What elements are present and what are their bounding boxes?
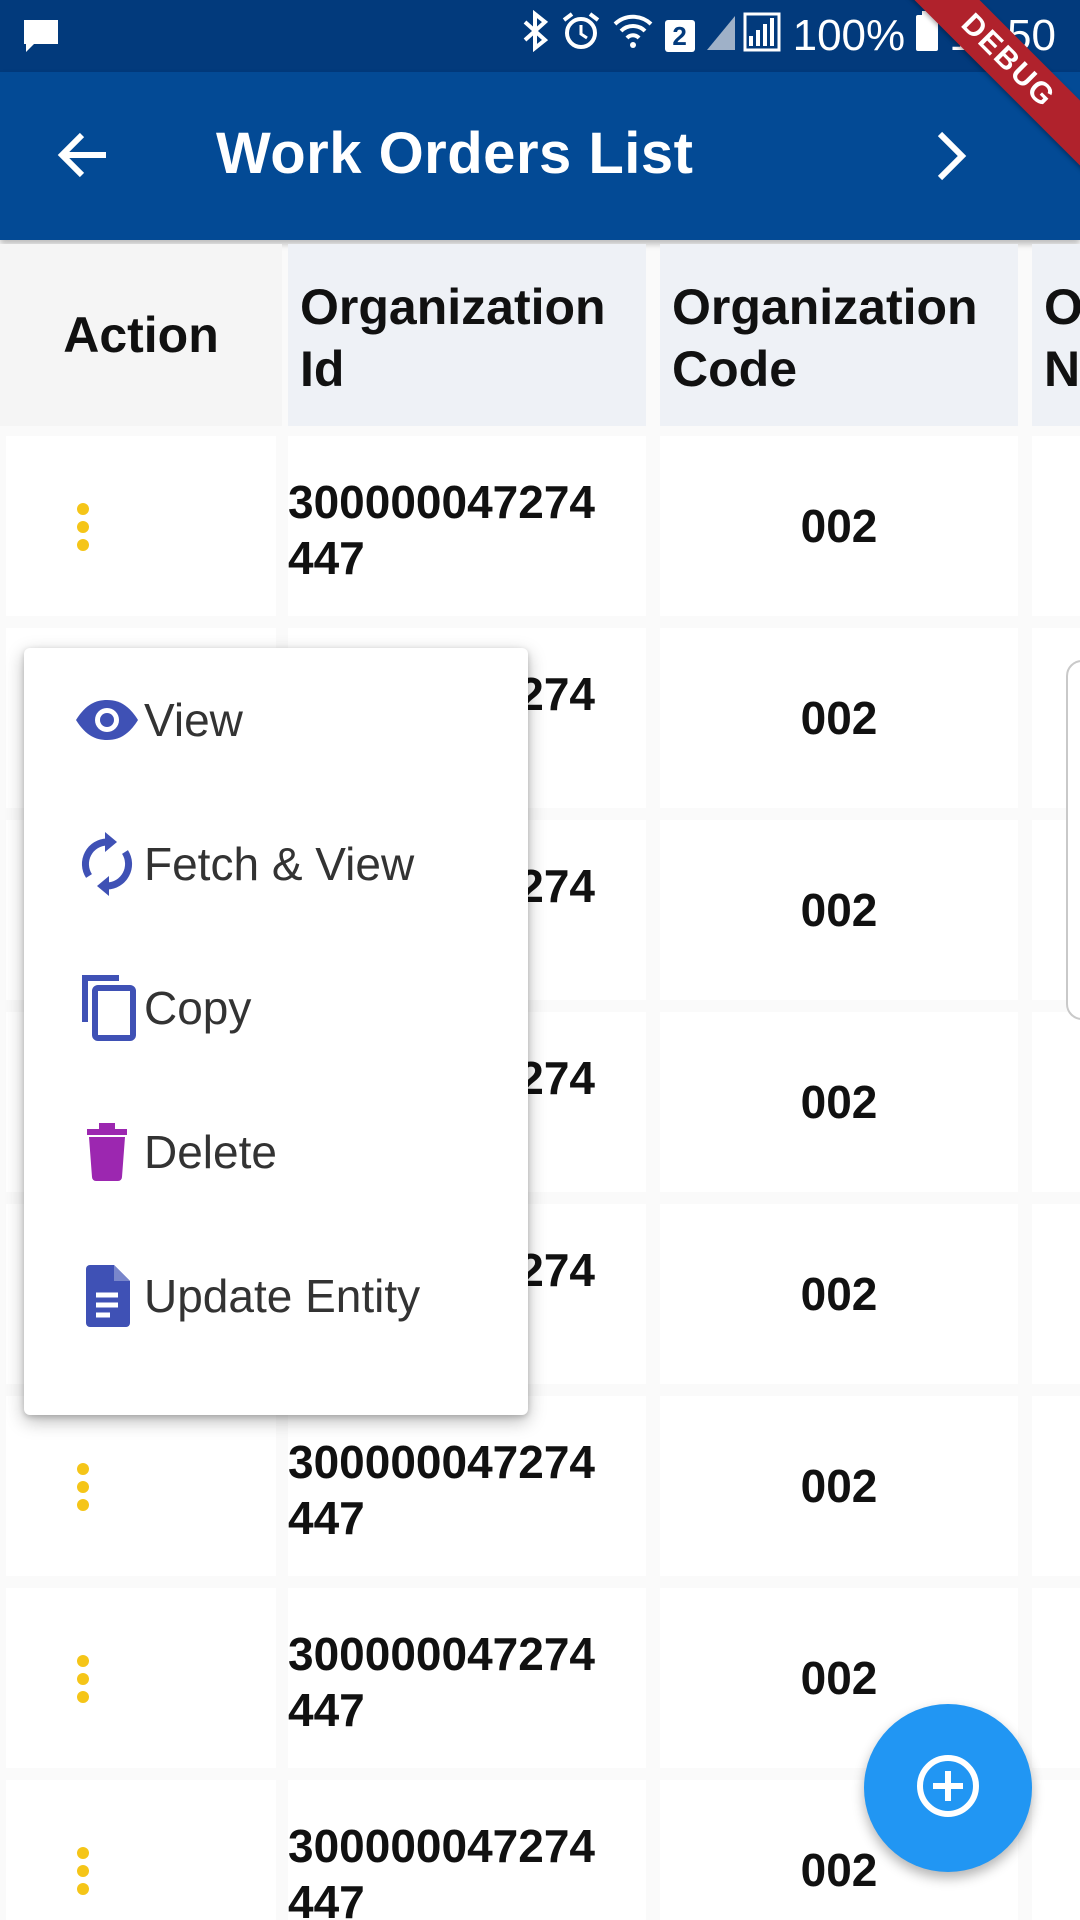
organization-code-cell: 002 — [660, 436, 1018, 616]
table-row: 300000047274447002 — [0, 1396, 1080, 1580]
organization-id-cell: 300000047274447 — [288, 1396, 646, 1576]
action-cell — [6, 1588, 276, 1768]
signal-icon — [705, 10, 783, 63]
menu-item-delete[interactable]: Delete — [24, 1080, 528, 1224]
header-org-id-line2: Id — [300, 341, 345, 397]
organization-code-cell: 002 — [660, 1204, 1018, 1384]
organization-id-line2: 447 — [288, 1876, 365, 1920]
organization-code-cell: 002 — [660, 1396, 1018, 1576]
organization-id-line1: 300000047274 — [288, 1820, 595, 1872]
menu-item-fetch-view[interactable]: Fetch & View — [24, 792, 528, 936]
organization-name-cell — [1032, 436, 1080, 616]
document-icon — [74, 1256, 140, 1336]
organization-code-cell: 002 — [660, 628, 1018, 808]
organization-id-cell: 300000047274447 — [288, 436, 646, 616]
menu-item-update-entity[interactable]: Update Entity — [24, 1224, 528, 1368]
organization-id-line1: 300000047274 — [288, 476, 595, 528]
debug-banner: DEBUG — [900, 0, 1080, 180]
action-cell — [6, 1780, 276, 1920]
organization-name-cell — [1032, 1396, 1080, 1576]
organization-name-cell — [1032, 1012, 1080, 1192]
bluetooth-icon — [521, 9, 551, 63]
menu-item-label: Delete — [144, 1126, 277, 1178]
more-vert-icon[interactable] — [76, 1462, 90, 1517]
side-panel-edge — [1066, 660, 1080, 1020]
arrow-left-icon[interactable] — [56, 130, 110, 185]
organization-id-line1: 300000047274 — [288, 1436, 595, 1488]
organization-name-cell — [1032, 1780, 1080, 1920]
eye-icon — [74, 680, 140, 760]
refresh-icon — [74, 824, 140, 904]
menu-item-label: Copy — [144, 982, 252, 1034]
menu-item-label: Update Entity — [144, 1270, 421, 1322]
menu-item-label: View — [144, 694, 243, 746]
organization-name-cell — [1032, 1588, 1080, 1768]
battery-percent: 100% — [792, 11, 906, 60]
action-cell — [6, 1396, 276, 1576]
sim-badge: 2 — [664, 20, 695, 52]
action-cell — [6, 436, 276, 616]
menu-item-view[interactable]: View — [24, 648, 528, 792]
header-action: Action — [0, 244, 282, 426]
menu-item-label: Fetch & View — [144, 838, 415, 890]
table-row: 300000047274447002 — [0, 436, 1080, 620]
organization-name-cell — [1032, 1204, 1080, 1384]
organization-id-line2: 447 — [288, 532, 365, 584]
debug-banner-container: DEBUG — [900, 0, 1080, 180]
trash-icon — [74, 1112, 140, 1192]
copy-icon — [74, 968, 140, 1048]
wifi-icon — [611, 11, 655, 61]
more-vert-icon[interactable] — [76, 1654, 90, 1709]
more-vert-icon[interactable] — [76, 502, 90, 557]
menu-item-copy[interactable]: Copy — [24, 936, 528, 1080]
header-org-code-line1: Organization — [672, 279, 978, 335]
add-circle-icon — [915, 1753, 981, 1824]
organization-id-line2: 447 — [288, 1684, 365, 1736]
more-vert-icon[interactable] — [76, 1846, 90, 1901]
header-org-id-line1: Organization — [300, 279, 606, 335]
header-organization-name[interactable]: O N — [1032, 244, 1080, 426]
row-action-menu: View Fetch & View Copy Delete Update Ent… — [24, 648, 528, 1415]
header-org-code-line2: Code — [672, 341, 797, 397]
organization-id-line2: 447 — [288, 1492, 365, 1544]
chat-bubble-icon — [22, 18, 62, 61]
header-organization-code[interactable]: Organization Code — [660, 244, 1018, 426]
alarm-icon — [561, 11, 601, 62]
organization-id-line1: 300000047274 — [288, 1628, 595, 1680]
organization-code-cell: 002 — [660, 1012, 1018, 1192]
organization-code-cell: 002 — [660, 820, 1018, 1000]
organization-id-cell: 300000047274447 — [288, 1780, 646, 1920]
page-title: Work Orders List — [216, 121, 694, 186]
organization-id-cell: 300000047274447 — [288, 1588, 646, 1768]
add-work-order-button[interactable] — [864, 1704, 1032, 1872]
header-organization-id[interactable]: Organization Id — [288, 244, 646, 426]
